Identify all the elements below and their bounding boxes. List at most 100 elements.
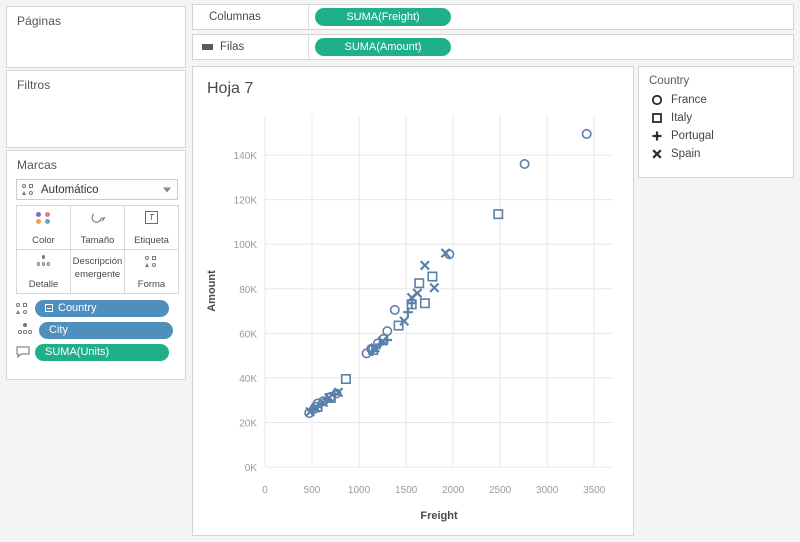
pages-card-title: Páginas	[17, 14, 62, 28]
x-axis-tick-label: 1000	[348, 485, 371, 496]
marks-pill-country-label: Country	[58, 302, 97, 314]
cross-icon	[649, 148, 665, 160]
detail-icon	[16, 323, 34, 337]
circle-icon	[649, 94, 665, 106]
data-point-france[interactable]	[389, 304, 400, 315]
y-axis-tick-label: 120K	[234, 196, 258, 207]
x-axis-tick-label: 0	[262, 485, 268, 496]
color-dots-icon	[35, 211, 52, 226]
pages-card: Páginas	[6, 6, 186, 68]
shape-icon	[22, 183, 36, 196]
marks-pill-row-city: City	[16, 321, 173, 339]
rows-pill-sum-amount[interactable]: SUMA(Amount)	[315, 38, 451, 56]
marks-button-shape-label: Forma	[137, 279, 166, 290]
marks-pill-city[interactable]: City	[39, 321, 173, 339]
filters-card-title: Filtros	[17, 78, 51, 92]
y-axis-title: Amount	[206, 270, 218, 312]
columns-shelf[interactable]: Columnas SUMA(Freight)	[192, 4, 794, 30]
marks-card-title: Marcas	[17, 158, 57, 172]
x-axis-tick-label: 3000	[536, 485, 559, 496]
filters-card: Filtros	[6, 70, 186, 148]
marks-pill-row-country: Country	[16, 299, 169, 317]
legend-item-spain-label: Spain	[671, 148, 701, 160]
marks-button-shape[interactable]: Forma	[124, 249, 179, 294]
x-axis-tick-label: 3500	[583, 485, 606, 496]
x-axis-tick-label: 2000	[442, 485, 465, 496]
x-axis-tick-label: 500	[304, 485, 321, 496]
legend-item-italy-label: Italy	[671, 112, 693, 124]
marks-button-tooltip[interactable]: Descripción emergente	[70, 249, 125, 294]
rows-icon	[202, 44, 213, 50]
marks-pill-sum-units-label: SUMA(Units)	[45, 346, 110, 358]
marks-pill-sum-units[interactable]: SUMA(Units)	[35, 343, 169, 361]
marks-button-label[interactable]: T Etiqueta	[124, 205, 179, 250]
legend-item-portugal[interactable]: Portugal	[639, 127, 793, 145]
size-icon	[91, 213, 106, 223]
x-axis-title: Freight	[420, 510, 458, 522]
legend-item-italy[interactable]: Italy	[639, 109, 793, 127]
data-point-france[interactable]	[581, 128, 592, 139]
x-axis-tick-label: 2500	[489, 485, 512, 496]
data-point-france[interactable]	[382, 326, 393, 337]
scatter-plot[interactable]: 0K 20K 40K 60K 80K 100K 120K 140K 0 500 1000 1500 20…	[193, 67, 635, 537]
rows-shelf[interactable]: Filas SUMA(Amount)	[192, 34, 794, 60]
data-point-spain[interactable]	[419, 260, 430, 271]
shape-icon	[144, 255, 159, 268]
columns-pill-label: SUMA(Freight)	[346, 11, 420, 23]
marks-pill-country[interactable]: Country	[35, 299, 169, 317]
marks-type-value: Automático	[41, 183, 99, 196]
rows-shelf-label-group: Filas	[193, 35, 309, 59]
data-point-italy[interactable]	[493, 209, 504, 220]
y-axis-tick-label: 40K	[239, 374, 257, 385]
plus-icon	[649, 130, 665, 142]
data-point-italy[interactable]	[427, 271, 438, 282]
data-point-spain[interactable]	[412, 288, 423, 299]
y-axis-tick-label: 140K	[234, 151, 258, 162]
data-points[interactable]	[304, 128, 592, 419]
marks-type-select[interactable]: Automático	[16, 179, 178, 200]
y-axis-tick-label: 100K	[234, 240, 258, 251]
legend-item-france[interactable]: France	[639, 91, 793, 109]
marks-pill-city-label: City	[49, 324, 68, 336]
scatter-plot-svg[interactable]: 0K 20K 40K 60K 80K 100K 120K 140K 0 500 1000 1500 20…	[193, 67, 635, 537]
legend-item-spain[interactable]: Spain	[639, 145, 793, 163]
marks-button-tooltip-label-line2: emergente	[74, 269, 121, 280]
marks-button-label-label: Etiqueta	[134, 235, 169, 246]
marks-button-color[interactable]: Color	[16, 205, 71, 250]
data-point-spain[interactable]	[429, 282, 440, 293]
marks-button-size[interactable]: Tamaño	[70, 205, 125, 250]
y-axis-tick-label: 20K	[239, 418, 257, 429]
data-point-italy[interactable]	[419, 298, 430, 309]
columns-shelf-label: Columnas	[209, 11, 261, 23]
rows-pill-label: SUMA(Amount)	[344, 41, 422, 53]
marks-card: Marcas Automático Color Tamaño T Etiquet…	[6, 150, 186, 380]
data-point-france[interactable]	[519, 159, 530, 170]
tableau-workbook-window: Páginas Filtros Marcas Automático Color …	[0, 0, 800, 542]
rows-shelf-label: Filas	[220, 41, 245, 53]
y-axis-tick-label: 80K	[239, 285, 257, 296]
legend-title: Country	[649, 75, 690, 87]
square-icon	[649, 112, 665, 124]
x-axis-tick-label: 1500	[395, 485, 418, 496]
legend-item-france-label: France	[671, 94, 707, 106]
group-square-icon	[45, 304, 53, 312]
y-axis-tick-label: 0K	[245, 463, 258, 474]
shape-icon	[16, 302, 30, 315]
y-axis-tick-label: 60K	[239, 329, 257, 340]
marks-button-size-label: Tamaño	[80, 235, 115, 246]
detail-icon	[35, 255, 53, 269]
data-point-italy[interactable]	[340, 373, 351, 384]
data-point-italy[interactable]	[414, 278, 425, 289]
tooltip-icon	[16, 346, 30, 358]
worksheet-view[interactable]: Hoja 7 0K 20K 40K 60K 80K 100K 120K 140K 0 500 100…	[192, 66, 634, 536]
columns-pill-sum-freight[interactable]: SUMA(Freight)	[315, 8, 451, 26]
marks-button-color-label: Color	[32, 235, 55, 246]
shape-legend-country[interactable]: Country France Italy Portugal Spain	[638, 66, 794, 178]
legend-item-portugal-label: Portugal	[671, 130, 714, 142]
marks-button-detail[interactable]: Detalle	[16, 249, 71, 294]
marks-buttons-grid: Color Tamaño T Etiqueta Detalle Descripc…	[16, 205, 179, 294]
axis-tick-labels: 0K 20K 40K 60K 80K 100K 120K 140K 0 500 1000 1500 20…	[234, 151, 606, 496]
chevron-down-icon[interactable]	[163, 187, 171, 192]
label-icon: T	[145, 211, 158, 224]
marks-pill-row-units: SUMA(Units)	[16, 343, 169, 361]
